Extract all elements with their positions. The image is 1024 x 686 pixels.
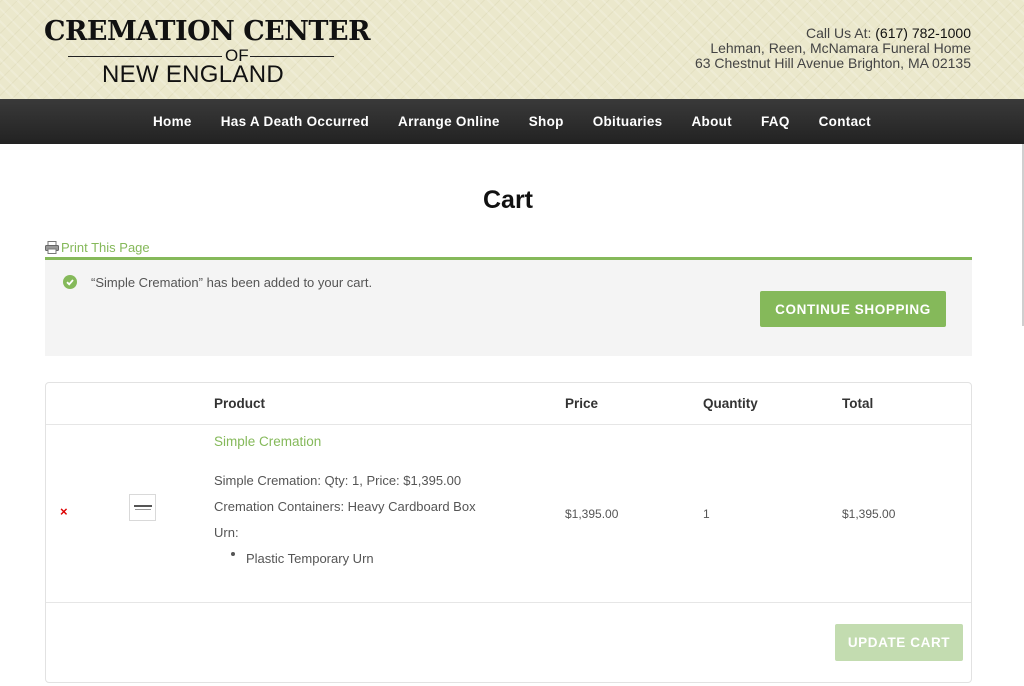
column-header-total: Total	[842, 396, 874, 411]
cart-notice: “Simple Cremation” has been added to you…	[45, 257, 972, 356]
site-logo[interactable]: CREMATION CENTER OF NEW ENGLAND	[44, 16, 371, 88]
thumbnail-text-line	[134, 505, 152, 507]
nav-item-shop[interactable]: Shop	[529, 114, 564, 129]
business-name: Lehman, Reen, McNamara Funeral Home	[710, 40, 971, 56]
business-address: 63 Chestnut Hill Avenue Brighton, MA 021…	[694, 55, 971, 71]
call-line: Call Us At: (617) 782-1000	[695, 26, 971, 41]
product-thumbnail[interactable]	[129, 494, 156, 521]
update-cart-button[interactable]: UPDATE CART	[835, 624, 963, 661]
product-detail-urn-label: Urn:	[214, 525, 239, 540]
continue-shopping-button[interactable]: CONTINUE SHOPPING	[760, 291, 946, 327]
nav-item-about[interactable]: About	[691, 114, 731, 129]
logo-rule-left	[68, 56, 222, 57]
print-link[interactable]: Print This Page	[45, 240, 150, 255]
check-icon	[63, 275, 77, 289]
nav-item-has-a-death-occurred[interactable]: Has A Death Occurred	[221, 114, 369, 129]
nav-item-obituaries[interactable]: Obituaries	[593, 114, 663, 129]
logo-line-1: CREMATION CENTER	[44, 16, 371, 47]
row-divider	[46, 602, 971, 603]
nav-item-arrange-online[interactable]: Arrange Online	[398, 114, 500, 129]
header-divider	[46, 424, 971, 425]
phone-number[interactable]: (617) 782-1000	[875, 25, 971, 41]
cart-table: Product Price Quantity Total × Simple Cr…	[45, 382, 972, 683]
column-header-quantity: Quantity	[703, 396, 758, 411]
bullet	[231, 552, 235, 556]
nav-item-contact[interactable]: Contact	[819, 114, 871, 129]
product-detail-container: Cremation Containers: Heavy Cardboard Bo…	[214, 499, 476, 514]
item-total: $1,395.00	[842, 507, 896, 521]
item-quantity[interactable]: 1	[703, 507, 710, 521]
product-detail-urn-choice: Plastic Temporary Urn	[246, 551, 374, 566]
column-header-product: Product	[214, 396, 266, 411]
item-price: $1,395.00	[565, 507, 619, 521]
column-header-price: Price	[565, 396, 599, 411]
page-title: Cart	[482, 186, 533, 214]
printer-icon	[45, 241, 59, 254]
remove-item-icon[interactable]: ×	[60, 505, 68, 519]
product-detail-qty-price: Simple Cremation: Qty: 1, Price: $1,395.…	[214, 473, 462, 488]
notice-message: “Simple Cremation” has been added to you…	[91, 275, 373, 290]
thumbnail-text-line	[135, 509, 151, 510]
call-label: Call Us At:	[806, 25, 872, 41]
logo-rule-right	[250, 56, 334, 57]
nav-item-home[interactable]: Home	[153, 114, 192, 129]
main-nav: Home Has A Death Occurred Arrange Online…	[0, 99, 1024, 144]
logo-line-3: NEW ENGLAND	[102, 61, 284, 88]
contact-info: Call Us At: (617) 782-1000 Lehman, Reen,…	[695, 26, 971, 71]
product-name-link[interactable]: Simple Cremation	[214, 434, 321, 449]
nav-item-faq[interactable]: FAQ	[761, 114, 790, 129]
print-label: Print This Page	[61, 240, 150, 255]
site-header: CREMATION CENTER OF NEW ENGLAND Call Us …	[0, 0, 1024, 99]
